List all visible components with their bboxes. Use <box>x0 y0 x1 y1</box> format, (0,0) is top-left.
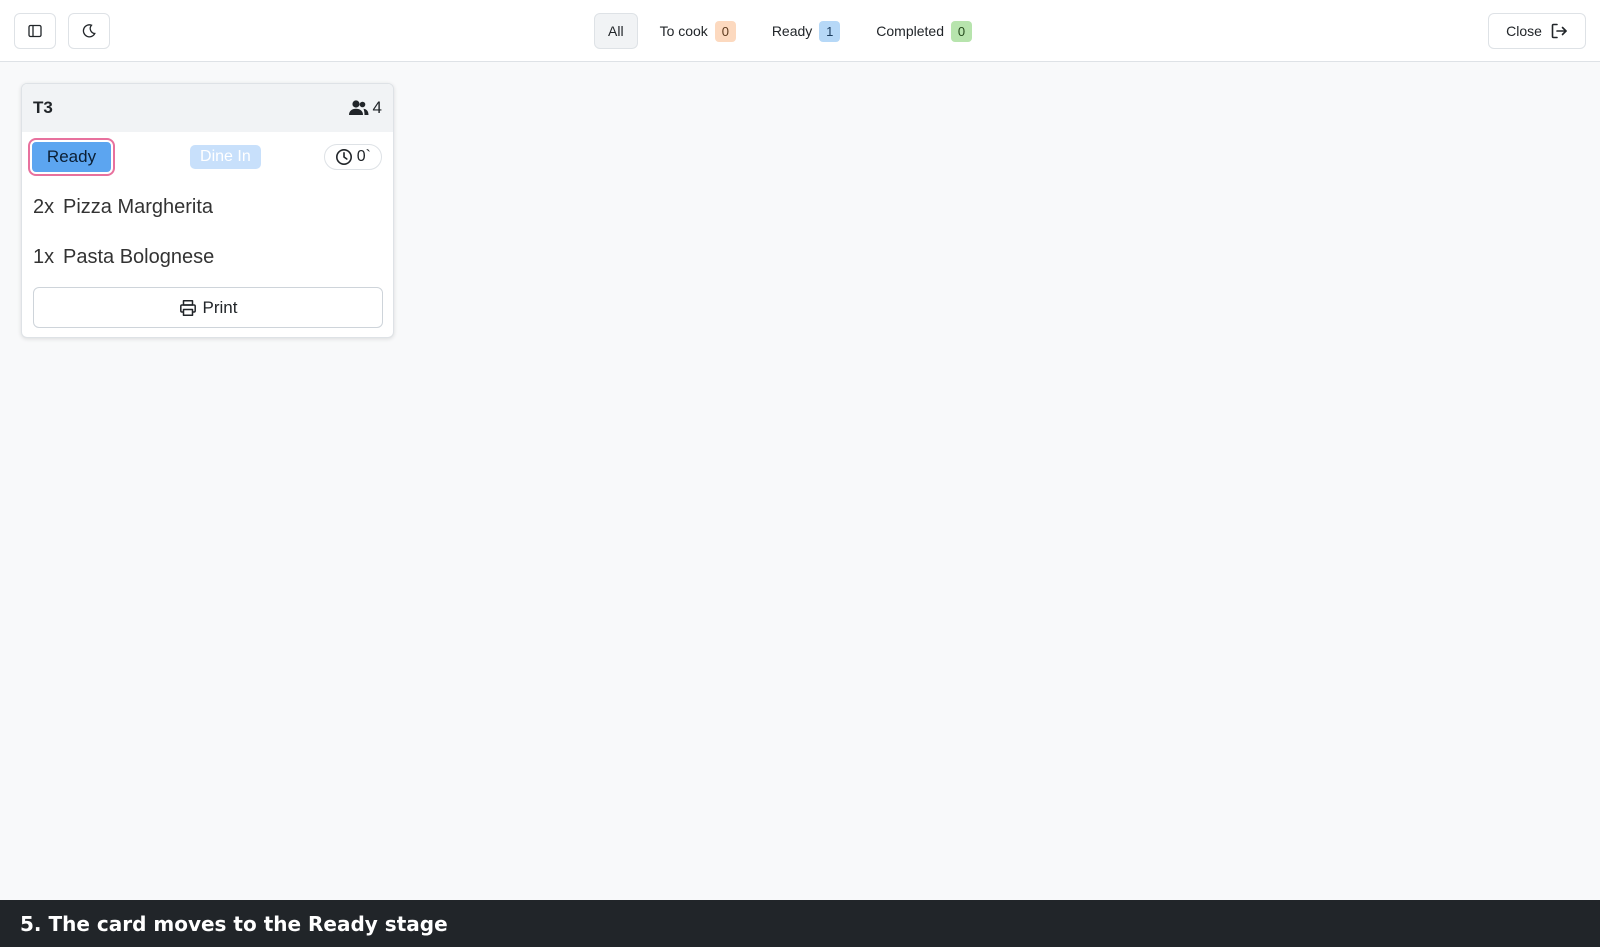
order-type-badge: Dine In <box>190 145 261 169</box>
tab-all[interactable]: All <box>594 13 638 49</box>
moon-icon <box>82 24 96 38</box>
close-button[interactable]: Close <box>1488 13 1586 49</box>
timer-value: 0` <box>356 148 371 165</box>
tab-ready[interactable]: Ready 1 <box>758 13 854 49</box>
tab-completed[interactable]: Completed 0 <box>862 13 986 49</box>
item-name: Pizza Margherita <box>63 195 214 218</box>
guest-count: 4 <box>348 98 382 118</box>
item-quantity: 2x <box>33 195 55 218</box>
completed-count-badge: 0 <box>950 20 972 42</box>
to-cook-count-badge: 0 <box>714 20 736 42</box>
close-label: Close <box>1506 23 1542 39</box>
order-status-button[interactable]: Ready <box>30 140 113 174</box>
tab-to-cook[interactable]: To cook 0 <box>646 13 750 49</box>
order-item: 2x Pizza Margherita <box>22 182 393 232</box>
print-button[interactable]: Print <box>33 287 383 328</box>
order-card-header: T3 4 <box>22 84 393 132</box>
sidebar-toggle-icon <box>28 24 42 38</box>
clock-icon <box>335 149 352 165</box>
ready-count-badge: 1 <box>819 20 841 42</box>
order-status-row: Ready Dine In 0` <box>22 132 393 182</box>
users-icon <box>348 100 369 115</box>
tab-label: Completed <box>876 23 944 39</box>
tab-label: All <box>608 23 624 39</box>
print-label: Print <box>202 297 238 317</box>
theme-toggle-button[interactable] <box>68 13 110 49</box>
logout-icon <box>1551 23 1567 39</box>
sidebar-toggle-button[interactable] <box>14 13 56 49</box>
order-item: 1x Pasta Bolognese <box>22 232 393 282</box>
guest-count-value: 4 <box>372 98 382 117</box>
table-name: T3 <box>33 98 53 117</box>
top-bar: All To cook 0 Ready 1 Completed 0 Close <box>0 0 1600 62</box>
tab-label: To cook <box>659 23 708 39</box>
printer-icon <box>179 299 196 316</box>
order-timer: 0` <box>323 144 382 170</box>
status-filter-tabs: All To cook 0 Ready 1 Completed 0 <box>594 13 994 49</box>
tab-label: Ready <box>771 23 813 39</box>
order-card: T3 4 Ready Dine In 0` 2x Pizza Margherit… <box>21 83 394 338</box>
step-caption: 5. The card moves to the Ready stage <box>0 900 1600 947</box>
item-quantity: 1x <box>33 245 55 268</box>
item-name: Pasta Bolognese <box>63 245 215 268</box>
